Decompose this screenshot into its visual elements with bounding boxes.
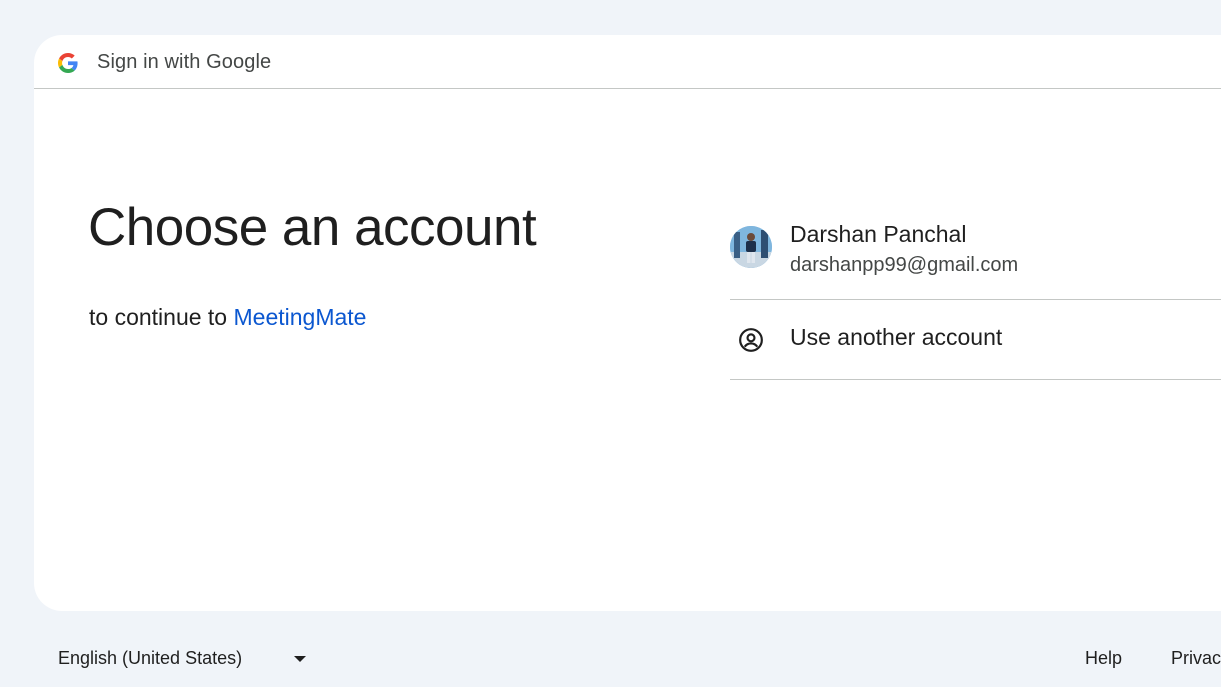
subtitle-prefix: to continue to — [89, 304, 228, 330]
privacy-link[interactable]: Privacy — [1171, 648, 1221, 669]
account-name: Darshan Panchal — [790, 221, 967, 247]
help-link[interactable]: Help — [1085, 648, 1122, 669]
language-select[interactable]: English (United States) — [58, 648, 242, 669]
account-email: darshanpp99@gmail.com — [790, 254, 1019, 276]
google-logo-icon — [58, 53, 78, 73]
page-title: Choose an account — [88, 198, 537, 257]
dropdown-arrow-icon[interactable] — [294, 656, 306, 662]
card-header: Sign in with Google — [34, 35, 1221, 89]
app-name-link[interactable]: MeetingMate — [234, 304, 367, 330]
sign-in-card: Sign in with Google Choose an account to… — [34, 35, 1221, 611]
account-item[interactable]: Darshan Panchal darshanpp99@gmail.com — [730, 221, 1221, 300]
account-list: Darshan Panchal darshanpp99@gmail.com Us… — [730, 221, 1221, 380]
use-another-account-button[interactable]: Use another account — [730, 300, 1221, 380]
account-circle-icon — [739, 328, 763, 352]
avatar-photo-icon — [730, 226, 772, 268]
subtitle: to continue to MeetingMate — [89, 304, 366, 331]
footer: English (United States) Help Privacy — [0, 640, 1221, 680]
header-title: Sign in with Google — [97, 51, 272, 73]
use-another-account-label: Use another account — [790, 324, 1003, 350]
avatar — [730, 226, 772, 268]
